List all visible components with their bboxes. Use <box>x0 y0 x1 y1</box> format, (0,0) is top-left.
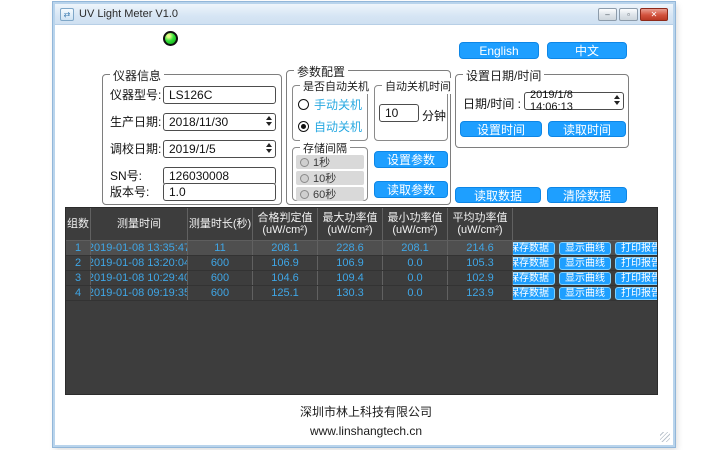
spinner-icon[interactable] <box>266 143 272 153</box>
radio-disabled-icon <box>300 174 309 183</box>
radio-disabled-icon <box>300 190 309 199</box>
print-report-button[interactable]: 打印报告 <box>615 242 657 255</box>
resize-grip[interactable] <box>660 432 670 442</box>
radio-disabled-icon <box>300 158 309 167</box>
minutes-label: 分钟 <box>422 107 446 124</box>
storage-interval-group: 存储间隔 1秒 10秒 60秒 <box>292 147 368 201</box>
auto-off-time-group: 自动关机时间 10 分钟 <box>374 85 448 141</box>
connection-status-led <box>163 31 178 46</box>
app-icon: ⇄ <box>60 8 74 21</box>
set-params-button[interactable]: 设置参数 <box>374 151 448 168</box>
minimize-button[interactable]: – <box>598 8 617 21</box>
show-curve-button[interactable]: 显示曲线 <box>559 257 611 270</box>
save-data-button[interactable]: 保存数据 <box>513 272 555 285</box>
interval-60s-option: 60秒 <box>296 187 364 201</box>
calibration-date-input[interactable]: 2019/1/5 <box>163 140 276 158</box>
english-button[interactable]: English <box>459 42 539 59</box>
power-off-mode-title: 是否自动关机 <box>300 78 372 94</box>
datetime-label: 日期/时间 : <box>463 95 521 112</box>
auto-off-option[interactable]: 自动关机 <box>298 118 362 135</box>
chinese-button[interactable]: 中文 <box>547 42 627 59</box>
spinner-icon[interactable] <box>266 116 272 126</box>
save-data-button[interactable]: 保存数据 <box>513 257 555 270</box>
print-report-button[interactable]: 打印报告 <box>615 287 657 300</box>
sn-label: SN号: <box>110 167 142 184</box>
read-data-button[interactable]: 读取数据 <box>455 187 541 203</box>
version-input[interactable]: 1.0 <box>163 183 276 201</box>
radio-checked-icon[interactable] <box>298 121 309 132</box>
interval-10s-option: 10秒 <box>296 171 364 185</box>
window-title: UV Light Meter V1.0 <box>79 8 178 20</box>
maximize-button[interactable]: ▫ <box>619 8 638 21</box>
production-date-input[interactable]: 2018/11/30 <box>163 113 276 131</box>
calibration-date-label: 调校日期: <box>110 140 161 157</box>
param-config-group: 参数配置 是否自动关机 手动关机 自动关机 自动关机时间 10 分钟 存储间隔 <box>286 70 451 205</box>
save-data-button[interactable]: 保存数据 <box>513 287 555 300</box>
close-button[interactable]: ✕ <box>640 8 668 21</box>
read-time-button[interactable]: 读取时间 <box>548 121 626 137</box>
table-row[interactable]: 3 2019-01-08 10:29:40 600 104.6 109.4 0.… <box>66 271 657 286</box>
app-window: ⇄ UV Light Meter V1.0 – ▫ ✕ English 中文 仪… <box>53 2 675 447</box>
version-label: 版本号: <box>110 183 149 200</box>
print-report-button[interactable]: 打印报告 <box>615 272 657 285</box>
read-params-button[interactable]: 读取参数 <box>374 181 448 198</box>
spinner-icon[interactable] <box>614 95 620 105</box>
device-info-group-title: 仪器信息 <box>110 67 164 84</box>
show-curve-button[interactable]: 显示曲线 <box>559 287 611 300</box>
website-url: www.linshangtech.cn <box>55 424 677 438</box>
model-input[interactable]: LS126C <box>163 86 276 104</box>
device-info-group: 仪器信息 仪器型号: LS126C 生产日期: 2018/11/30 调校日期:… <box>102 74 282 205</box>
title-bar[interactable]: ⇄ UV Light Meter V1.0 – ▫ ✕ <box>55 4 673 25</box>
table-header-row: 组数 测量时间 测量时长(秒) 合格判定值(uW/cm²) 最大功率值(uW/c… <box>66 208 657 241</box>
company-name: 深圳市林上科技有限公司 <box>55 403 677 420</box>
manual-off-option[interactable]: 手动关机 <box>298 96 362 113</box>
print-report-button[interactable]: 打印报告 <box>615 257 657 270</box>
radio-icon[interactable] <box>298 99 309 110</box>
set-time-button[interactable]: 设置时间 <box>460 121 542 137</box>
production-date-label: 生产日期: <box>110 113 161 130</box>
model-label: 仪器型号: <box>110 86 161 103</box>
interval-1s-option: 1秒 <box>296 155 364 169</box>
power-off-mode-group: 是否自动关机 手动关机 自动关机 <box>292 85 368 141</box>
table-row[interactable]: 4 2019-01-08 09:19:35 600 125.1 130.3 0.… <box>66 286 657 301</box>
auto-off-time-title: 自动关机时间 <box>382 78 454 94</box>
clear-data-button[interactable]: 清除数据 <box>547 187 627 203</box>
datetime-input[interactable]: 2019/1/8 14:06:13 <box>524 92 624 110</box>
show-curve-button[interactable]: 显示曲线 <box>559 272 611 285</box>
datetime-group-title: 设置日期/时间 <box>463 67 544 84</box>
table-row[interactable]: 2 2019-01-08 13:20:04 600 106.9 106.9 0.… <box>66 256 657 271</box>
table-row[interactable]: 1 2019-01-08 13:35:47 11 208.1 228.6 208… <box>66 241 657 256</box>
show-curve-button[interactable]: 显示曲线 <box>559 242 611 255</box>
sn-input[interactable]: 126030008 <box>163 167 276 185</box>
save-data-button[interactable]: 保存数据 <box>513 242 555 255</box>
datetime-group: 设置日期/时间 日期/时间 : 2019/1/8 14:06:13 设置时间 读… <box>455 74 629 148</box>
measurement-table: 组数 测量时间 测量时长(秒) 合格判定值(uW/cm²) 最大功率值(uW/c… <box>65 207 658 395</box>
auto-off-time-input[interactable]: 10 <box>379 104 419 122</box>
